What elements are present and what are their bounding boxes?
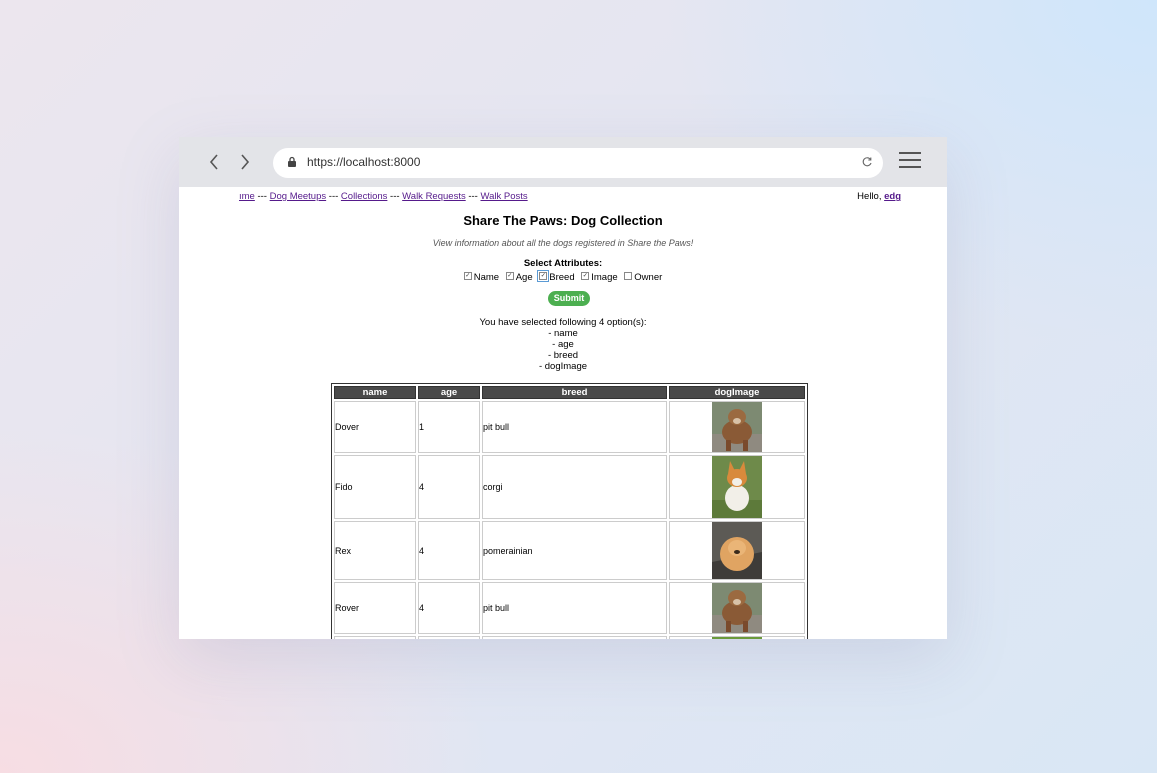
selected-options: You have selected following 4 option(s):… <box>479 317 647 372</box>
attribute-checkboxes: ✓ Name ✓ Age ✓ Breed ✓ Image Owner <box>179 270 947 283</box>
cell-age: 1 <box>418 401 480 453</box>
cell-image <box>669 455 805 519</box>
nav-link-walk-posts[interactable]: Walk Posts <box>480 191 527 202</box>
address-bar[interactable]: https://localhost:8000 <box>273 148 883 178</box>
cell-name: Rex <box>334 521 416 580</box>
dog-collection-table: name age breed dogImage Dover 1 pit bull <box>331 383 808 639</box>
cell-age: 4 <box>418 455 480 519</box>
lock-icon <box>288 156 296 167</box>
top-navigation: ıme --- Dog Meetups --- Collections --- … <box>239 191 528 202</box>
column-header-breed: breed <box>482 386 667 399</box>
cell-name: Rover <box>334 582 416 634</box>
table-row: Rover 4 pit bull <box>334 582 805 634</box>
checkbox-image[interactable]: ✓ Image <box>581 272 618 283</box>
back-button[interactable] <box>202 149 226 175</box>
cell-age <box>418 636 480 639</box>
cell-name: Fido <box>334 455 416 519</box>
nav-link-collections[interactable]: Collections <box>341 191 387 202</box>
nav-link-home[interactable]: ıme <box>239 191 255 202</box>
cell-age: 4 <box>418 521 480 580</box>
column-header-name: name <box>334 386 416 399</box>
column-header-dogimage: dogImage <box>669 386 805 399</box>
table-row: Rex 4 pomerainian <box>334 521 805 580</box>
cell-image <box>669 636 805 639</box>
cell-name <box>334 636 416 639</box>
cell-image <box>669 521 805 580</box>
pomeranian-dog-image <box>712 522 762 579</box>
cell-age: 4 <box>418 582 480 634</box>
cell-breed: pomerainian <box>482 521 667 580</box>
table-row: Fido 4 corgi <box>334 455 805 519</box>
cell-name: Dover <box>334 401 416 453</box>
checkbox-icon[interactable] <box>624 272 633 281</box>
table-row <box>334 636 805 639</box>
url-text: https://localhost:8000 <box>307 155 421 169</box>
checkbox-icon[interactable]: ✓ <box>581 272 590 281</box>
cell-breed: corgi <box>482 455 667 519</box>
cell-image <box>669 582 805 634</box>
cell-breed: pit bull <box>482 401 667 453</box>
corgi-dog-image <box>712 456 762 518</box>
select-attributes-heading: Select Attributes: <box>523 258 603 269</box>
chevron-right-icon <box>241 154 250 170</box>
checkbox-age[interactable]: ✓ Age <box>505 272 533 283</box>
cell-breed: pit bull <box>482 582 667 634</box>
pitbull-dog-image <box>712 583 762 633</box>
table-row: Dover 1 pit bull <box>334 401 805 453</box>
browser-toolbar: https://localhost:8000 <box>179 137 947 187</box>
column-header-age: age <box>418 386 480 399</box>
checkbox-icon[interactable]: ✓ <box>537 270 550 283</box>
user-link[interactable]: edg <box>884 191 901 202</box>
husky-dog-image <box>712 637 762 639</box>
cell-image <box>669 401 805 453</box>
table-header-row: name age breed dogImage <box>334 386 805 399</box>
page-title: Share The Paws: Dog Collection <box>463 213 663 228</box>
checkbox-owner[interactable]: Owner <box>624 272 662 283</box>
chevron-left-icon <box>209 154 218 170</box>
cell-breed <box>482 636 667 639</box>
pitbull-dog-image <box>712 402 762 452</box>
nav-link-walk-requests[interactable]: Walk Requests <box>402 191 466 202</box>
page-content: ıme --- Dog Meetups --- Collections --- … <box>179 187 947 639</box>
page-subtitle: View information about all the dogs regi… <box>432 238 694 248</box>
reload-icon[interactable] <box>861 156 873 168</box>
hamburger-menu-icon[interactable] <box>899 152 921 172</box>
nav-link-dog-meetups[interactable]: Dog Meetups <box>270 191 327 202</box>
checkbox-icon[interactable]: ✓ <box>505 272 514 281</box>
submit-button[interactable]: Submit <box>548 291 590 306</box>
checkbox-breed[interactable]: ✓ Breed <box>537 270 575 283</box>
user-greeting: Hello, edg <box>857 191 901 202</box>
checkbox-name[interactable]: ✓ Name <box>463 272 499 283</box>
browser-window: https://localhost:8000 ıme --- Dog Meetu… <box>179 137 947 639</box>
checkbox-icon[interactable]: ✓ <box>463 272 472 281</box>
forward-button[interactable] <box>233 149 257 175</box>
